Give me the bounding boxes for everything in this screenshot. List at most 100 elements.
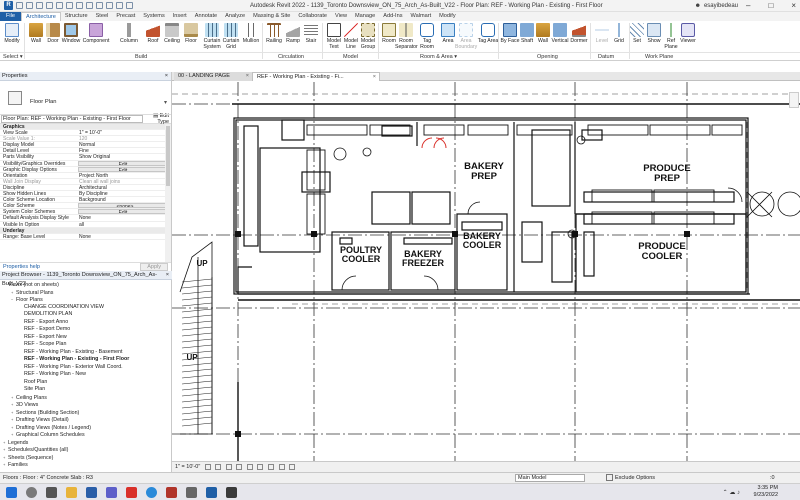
- property-value[interactable]: None: [78, 215, 171, 220]
- autocad-icon[interactable]: [226, 487, 237, 498]
- browser-item[interactable]: + Structural Plans: [0, 289, 172, 297]
- properties-close-icon[interactable]: ×: [165, 72, 168, 80]
- selection-filter[interactable]: :0: [770, 473, 775, 483]
- property-value[interactable]: Architectural: [78, 185, 171, 190]
- room-label-poultry-cooler[interactable]: POULTRY COOLER: [335, 245, 387, 265]
- redo-icon[interactable]: [56, 2, 63, 9]
- close-tab-icon[interactable]: ×: [246, 72, 249, 81]
- apply-button[interactable]: Apply: [140, 263, 168, 271]
- outlook-icon[interactable]: [86, 487, 97, 498]
- windows-start-icon[interactable]: [6, 487, 17, 498]
- property-row[interactable]: Range: Base Level None: [0, 234, 171, 240]
- reveal-hidden-icon[interactable]: [278, 463, 285, 470]
- room-separator-button[interactable]: Room Separator: [395, 23, 418, 50]
- tab-insert[interactable]: Insert: [169, 12, 191, 21]
- mullion-button[interactable]: Mullion: [240, 23, 262, 44]
- 3d-view-icon[interactable]: [96, 2, 103, 9]
- dormer-button[interactable]: Dormer: [568, 23, 590, 44]
- browser-item[interactable]: +3D Views: [0, 401, 172, 409]
- crop-view-icon[interactable]: [246, 463, 253, 470]
- browser-item[interactable]: + Families: [0, 461, 172, 469]
- text-icon[interactable]: [86, 2, 93, 9]
- browser-item[interactable]: + Sheets (Sequence): [0, 454, 172, 462]
- property-value[interactable]: Show Original: [78, 154, 171, 159]
- measure-icon[interactable]: [76, 2, 83, 9]
- browser-item[interactable]: REF - Export Anno: [0, 319, 172, 327]
- browser-item[interactable]: REF - Working Plan - Exterior Wall Coord…: [0, 364, 172, 372]
- tab-architecture[interactable]: Architecture: [21, 12, 61, 21]
- visual-style-icon[interactable]: [215, 463, 222, 470]
- stair-button[interactable]: Stair: [300, 23, 322, 44]
- view-scale[interactable]: 1" = 10'-0": [175, 464, 200, 470]
- file-explorer-icon[interactable]: [66, 487, 77, 498]
- maximize-icon[interactable]: □: [768, 1, 773, 10]
- task-view-icon[interactable]: [46, 487, 57, 498]
- room-area-panel-label[interactable]: Room & Area ▾: [420, 54, 457, 60]
- tab-collaborate[interactable]: Collaborate: [294, 12, 331, 21]
- tab-analyze[interactable]: Analyze: [221, 12, 249, 21]
- property-value[interactable]: Background: [78, 197, 171, 202]
- browser-item[interactable]: REF - Working Plan - Existing - First Fl…: [0, 356, 172, 364]
- window-button[interactable]: Window: [60, 23, 82, 44]
- property-edit-button[interactable]: <none>: [78, 203, 171, 209]
- analytical-model-icon[interactable]: [289, 463, 296, 470]
- revit-taskbar-icon[interactable]: [206, 487, 217, 498]
- browser-item[interactable]: + Schedules/Quantities (all): [0, 446, 172, 454]
- property-value[interactable]: Project North: [78, 173, 171, 178]
- tab-view[interactable]: View: [331, 12, 351, 21]
- user-account[interactable]: ☻ esayibedeau: [695, 3, 738, 9]
- open-icon[interactable]: [16, 2, 23, 9]
- model-group-button[interactable]: Model Group: [357, 23, 379, 50]
- browser-item[interactable]: + Graphical Column Schedules: [0, 431, 172, 439]
- browser-item[interactable]: REF - Scope Plan: [0, 341, 172, 349]
- detail-level-icon[interactable]: [204, 463, 211, 470]
- component-button[interactable]: Component: [82, 23, 110, 44]
- modify-button[interactable]: Modify: [1, 23, 23, 44]
- browser-item[interactable]: + Sections (Building Section): [0, 409, 172, 417]
- tab-steel[interactable]: Steel: [92, 12, 113, 21]
- tab-walmart[interactable]: Walmart: [407, 12, 436, 21]
- browser-item[interactable]: + Drafting Views (Notes / Legend): [0, 424, 172, 432]
- instance-selector[interactable]: Floor Plan: REF - Working Plan - Existin…: [1, 115, 143, 123]
- type-selector[interactable]: Floor Plan ▾: [0, 81, 171, 115]
- thin-lines-icon[interactable]: [116, 2, 123, 9]
- room-label-bakery-cooler[interactable]: BAKERY COOLER: [457, 231, 507, 251]
- revit-logo-icon[interactable]: R: [4, 1, 13, 10]
- sync-icon[interactable]: [36, 2, 43, 9]
- property-value[interactable]: Fine: [78, 148, 171, 153]
- curtain-grid-button[interactable]: Curtain Grid: [220, 23, 242, 50]
- browser-item[interactable]: CHANGE COORDINATION VIEW: [0, 304, 172, 312]
- browser-item[interactable]: REF - Export Demo: [0, 326, 172, 334]
- tab-add-ins[interactable]: Add-Ins: [379, 12, 406, 21]
- tab-systems[interactable]: Systems: [139, 12, 168, 21]
- print-icon[interactable]: [66, 2, 73, 9]
- browser-item[interactable]: REF - Working Plan - Existing - Basement: [0, 349, 172, 357]
- property-edit-button[interactable]: Edit...: [78, 166, 171, 172]
- room-label-bakery-freezer[interactable]: BAKERY FREEZER: [393, 249, 453, 269]
- browser-item[interactable]: + Drafting Views (Detail): [0, 416, 172, 424]
- floor-button[interactable]: Floor: [180, 23, 202, 44]
- property-value[interactable]: 1" = 10'-0": [78, 130, 171, 135]
- save-icon[interactable]: [26, 2, 33, 9]
- settings-app-icon[interactable]: [186, 487, 197, 498]
- search-icon[interactable]: [26, 487, 37, 498]
- scrollbar-thumb[interactable]: [166, 126, 170, 186]
- sun-path-icon[interactable]: [225, 463, 232, 470]
- properties-scrollbar[interactable]: [165, 124, 171, 262]
- close-tab-icon[interactable]: ×: [373, 73, 376, 82]
- property-value[interactable]: By Discipline: [78, 191, 171, 196]
- system-tray[interactable]: ⌃ ☁ ♪: [723, 489, 740, 496]
- tab-file[interactable]: File: [0, 12, 22, 21]
- section-icon[interactable]: [106, 2, 113, 9]
- browser-item[interactable]: + Legends: [0, 439, 172, 447]
- property-value[interactable]: Normal: [78, 142, 171, 147]
- property-edit-button[interactable]: Edit...: [78, 160, 171, 166]
- teams-icon[interactable]: [106, 487, 117, 498]
- chrome-icon[interactable]: [126, 487, 137, 498]
- room-label-produce-prep[interactable]: PRODUCE PREP: [627, 164, 707, 184]
- edge-icon[interactable]: [146, 487, 157, 498]
- view-tab-landing-page[interactable]: 00 - LANDING PAGE ×: [174, 72, 252, 81]
- undo-icon[interactable]: [46, 2, 53, 9]
- tab-massing-site[interactable]: Massing & Site: [249, 12, 294, 21]
- browser-item[interactable]: DEMOLITION PLAN: [0, 311, 172, 319]
